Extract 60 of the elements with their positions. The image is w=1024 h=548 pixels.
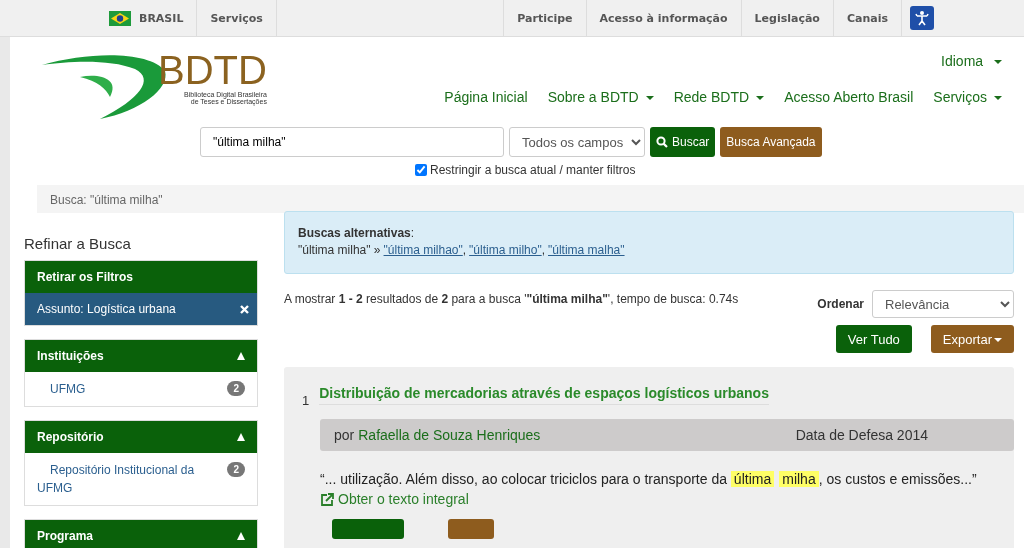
active-filter[interactable]: Assunto: Logística urbana <box>25 293 257 325</box>
flag-icon <box>109 10 131 26</box>
nav-link[interactable]: Acesso Aberto Brasil <box>784 89 914 105</box>
breadcrumb: Busca: "última milha" <box>37 185 1024 213</box>
facet-title: Instituições <box>37 349 104 363</box>
separator: , <box>462 243 467 257</box>
results-summary: A mostrar 1 - 2 resultados de 2 para a busca '"última milha"', tempo de busca: 0.74s <box>284 292 739 308</box>
gov-link[interactable]: Canais <box>832 0 901 36</box>
nav-link[interactable]: Rede BDTD <box>673 89 765 105</box>
count-badge: 2 <box>227 381 245 396</box>
language-menu[interactable]: Idioma <box>941 53 1002 69</box>
author-link[interactable]: Rafaella de Souza Henriques <box>358 427 541 443</box>
facet-header[interactable]: Programa <box>25 520 257 548</box>
nav-link[interactable]: Sobre a BDTD <box>547 89 654 105</box>
restrict-label: Restringir a busca atual / manter filtros <box>430 163 636 177</box>
search-icon <box>656 136 668 148</box>
restrict-checkbox[interactable] <box>415 164 427 176</box>
remove-filters-header[interactable]: Retirar os Filtros <box>25 261 257 293</box>
country-label[interactable]: BRASIL <box>139 11 184 25</box>
alternative-link[interactable]: "última milhao" <box>383 243 463 257</box>
fulltext-link[interactable]: Obter o texto integral <box>320 491 1014 507</box>
facet-item[interactable]: UFMG <box>37 380 207 398</box>
result-snippet: “... utilização. Além disso, ao colocar triciclos para o transporte da última milha , os custos e emissões...” <box>320 471 978 487</box>
sort-select[interactable]: Relevância <box>872 290 1014 318</box>
sidebar-title: Refinar a Busca <box>24 235 132 252</box>
alternative-link[interactable]: "última milho" <box>469 243 542 257</box>
facet-title: Programa <box>37 529 94 543</box>
search-field[interactable]: "última milha" <box>200 127 504 157</box>
gov-link[interactable]: Acesso à informação <box>585 0 741 36</box>
nav-link[interactable]: Página Inicial <box>444 89 528 105</box>
facet-title: Repositório <box>37 430 104 444</box>
gov-link[interactable]: Serviços <box>197 0 277 36</box>
toggle-icon[interactable] <box>237 433 245 441</box>
result-number: 1 <box>302 393 310 408</box>
gov-link[interactable]: Legislação <box>740 0 833 36</box>
logo-title: BDTD <box>158 49 267 91</box>
alternatives-heading: Buscas alternativas: <box>298 226 415 240</box>
close-icon[interactable] <box>240 304 249 314</box>
accessibility-icon[interactable] <box>910 6 934 30</box>
current-query: "última milha" » <box>298 243 381 257</box>
facet-item[interactable]: Repositório Institucional da UFMG <box>37 461 207 497</box>
field-select[interactable]: Todos os campos <box>509 127 645 157</box>
separator: , <box>541 243 545 257</box>
defense-date: Data de Defesa 2014 <box>795 427 928 443</box>
facet-header[interactable]: Repositório <box>25 421 257 453</box>
alternative-link[interactable]: "última malha" <box>548 243 625 257</box>
result-title[interactable]: Distribuição de mercadorias através de espaços logísticos urbanos <box>319 385 769 405</box>
export-button[interactable]: Exportar <box>930 325 1014 353</box>
view-all-button[interactable]: Ver Tudo <box>835 325 912 353</box>
count-badge: 2 <box>227 462 245 477</box>
by-label: por <box>334 427 355 443</box>
search-button[interactable]: Buscar <box>650 127 716 157</box>
gov-link[interactable]: Participe <box>503 0 586 36</box>
toggle-icon[interactable] <box>237 532 245 540</box>
external-link-icon <box>320 492 334 506</box>
facet-header[interactable]: Instituições <box>25 340 257 372</box>
sort-label: Ordenar <box>817 297 864 311</box>
nav-link[interactable]: Serviços <box>933 89 1002 105</box>
toggle-icon[interactable] <box>237 352 245 360</box>
advanced-search-button[interactable]: Busca Avançada <box>720 127 822 157</box>
